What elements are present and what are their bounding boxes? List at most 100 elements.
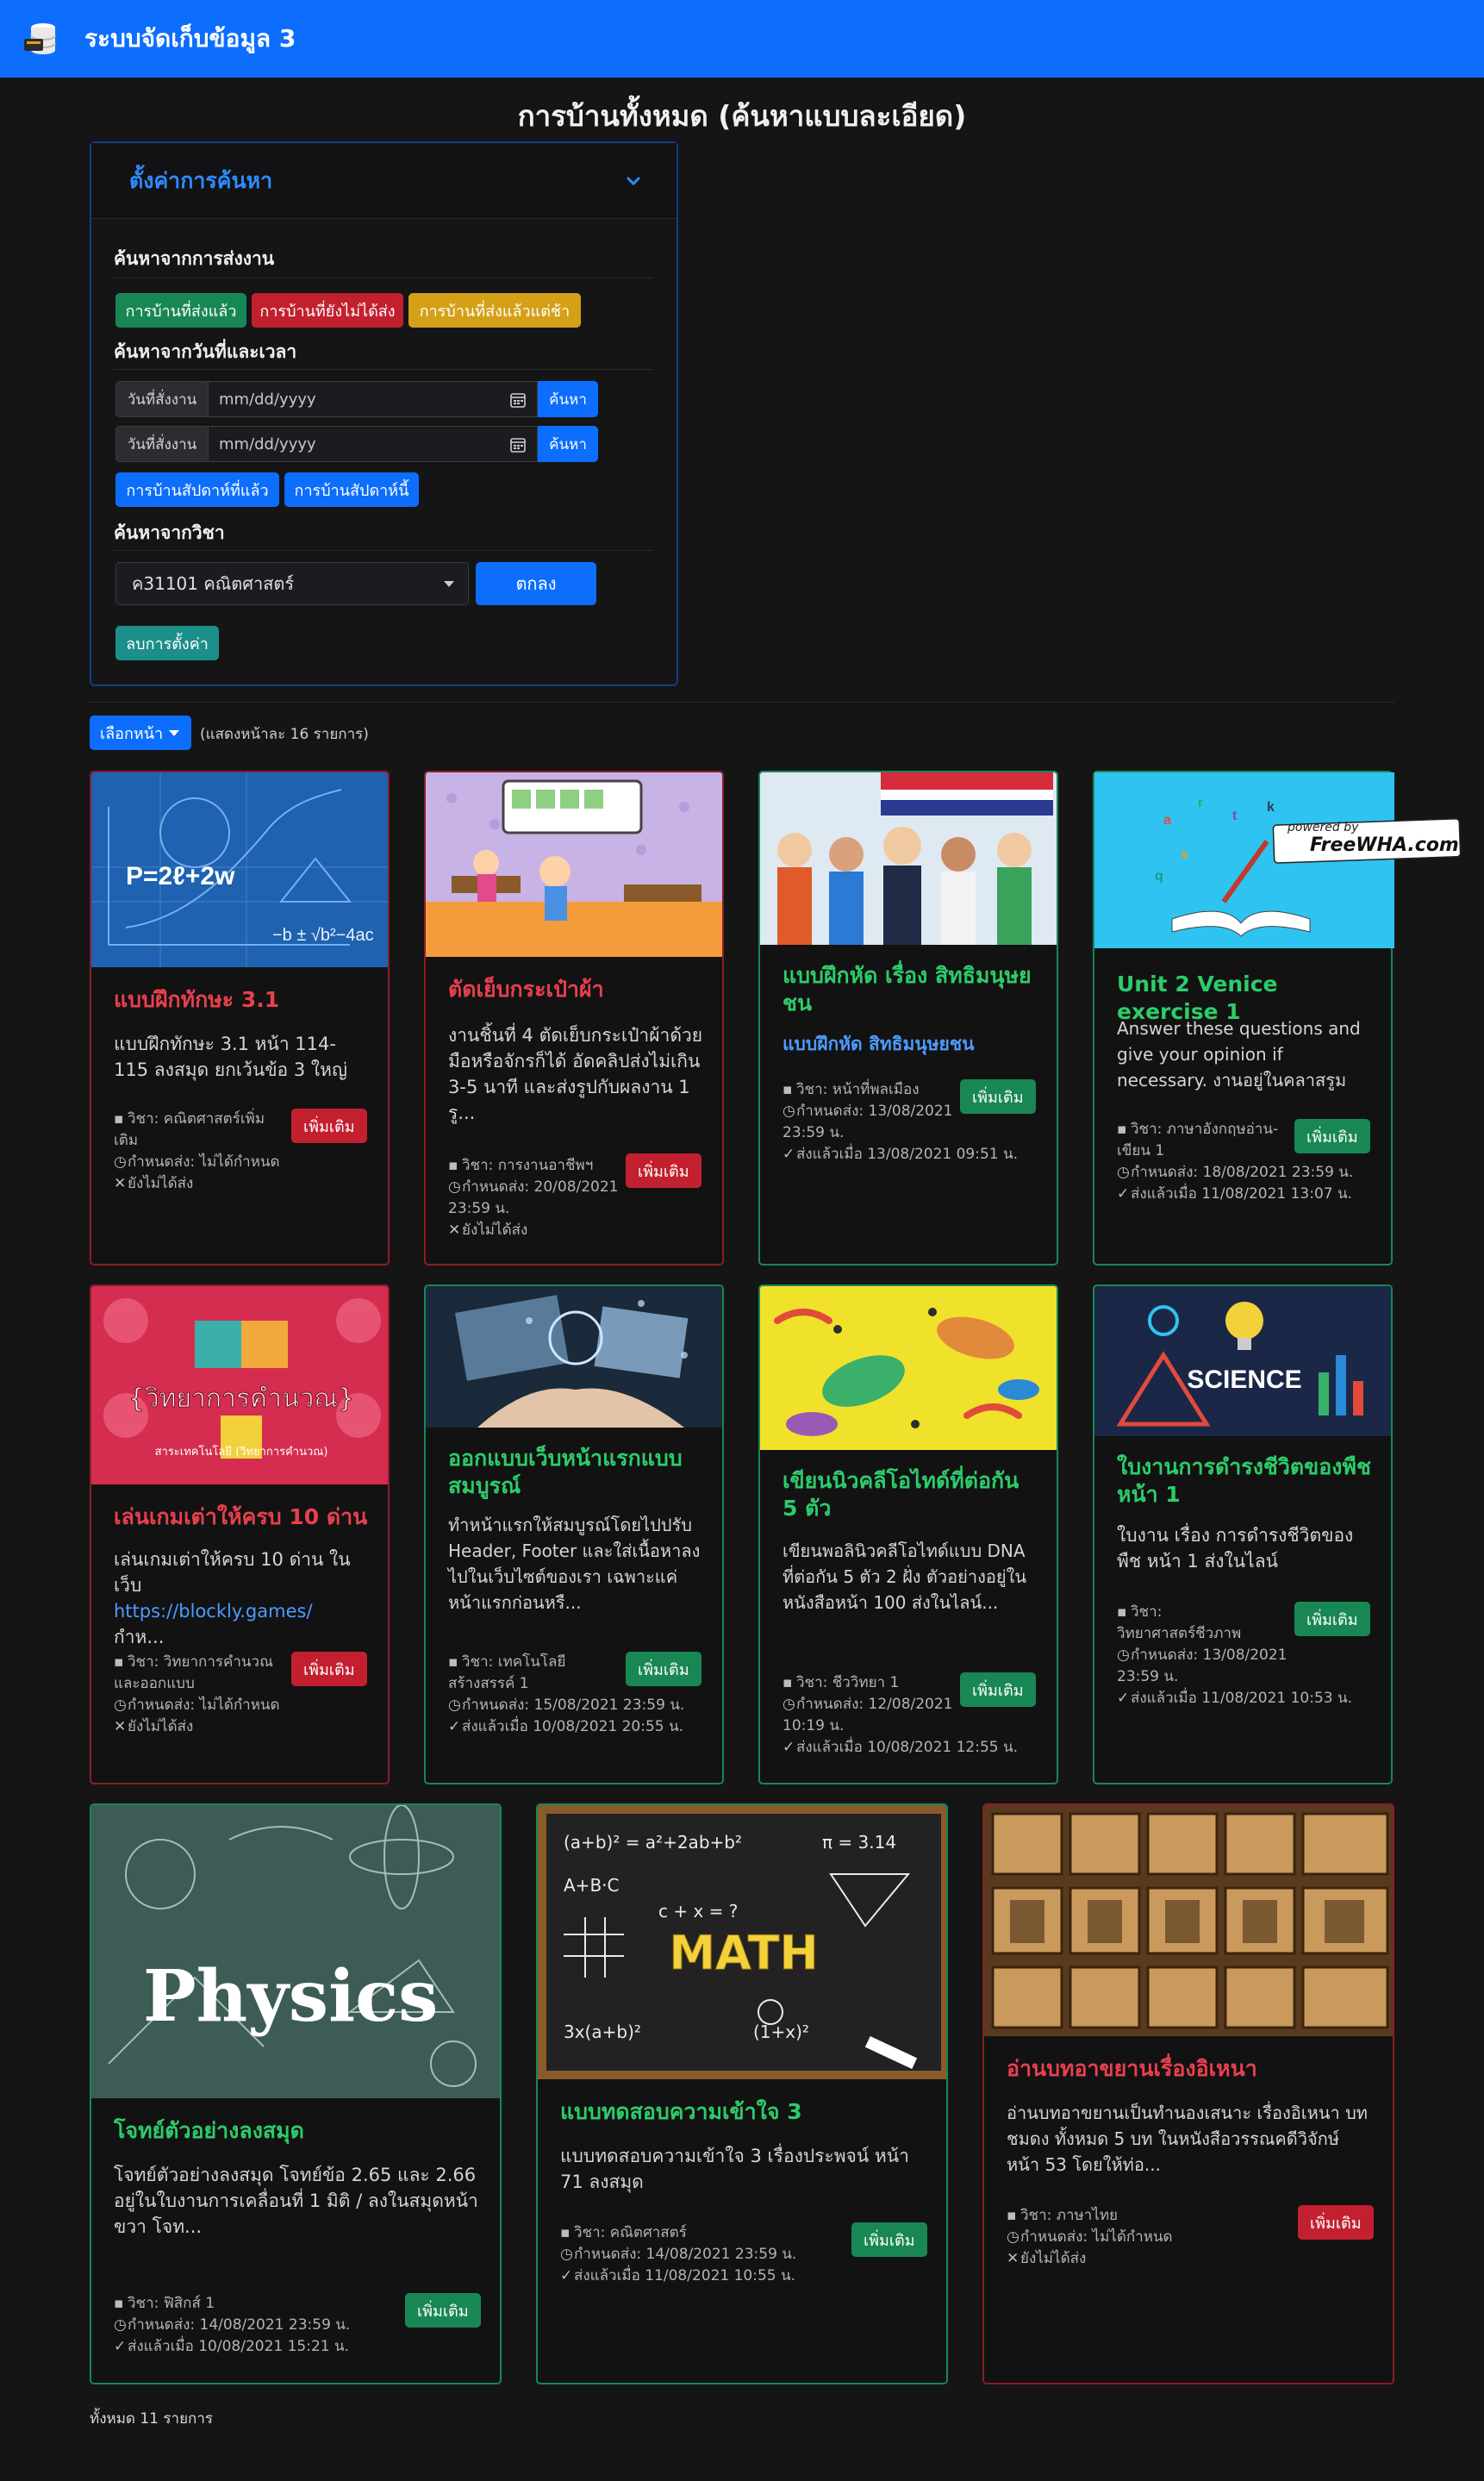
card-subject: วิชา: หน้าที่พลเมือง xyxy=(796,1081,920,1098)
briefcase-icon: ▪ xyxy=(114,1653,124,1671)
status-line: ✓ ส่งแล้วเมื่อ 10/08/2021 12:55 น. xyxy=(783,1737,1041,1759)
card-description: แบบฝึกหัด สิทธิมนุษยชน xyxy=(783,1034,975,1054)
card-title[interactable]: เล่นเกมเต่าให้ครบ 10 ด่าน xyxy=(114,1503,371,1531)
date-search-button-2[interactable]: ค้นหา xyxy=(538,426,598,462)
database-icon[interactable] xyxy=(24,20,62,58)
card-image xyxy=(426,1286,722,1428)
total-count: ทั้งหมด 11 รายการ xyxy=(90,2410,214,2428)
clock-icon: ◷ xyxy=(1117,1647,1130,1664)
more-button[interactable]: เพิ่มเติม xyxy=(626,1153,701,1188)
check-icon: ✓ xyxy=(114,2338,127,2355)
image-caption: powered by xyxy=(1288,821,1359,834)
card-subject: วิชา: ภาษาไทย xyxy=(1020,2207,1118,2224)
homework-card[interactable]: (a+b)² = a²+2ab+b² π = 3.14 A+B·C c + x = … xyxy=(536,1803,948,2384)
image-title: {วิทยาการคำนวณ} xyxy=(128,1384,354,1414)
card-meta: ▪ วิชา: หน้าที่พลเมือง ◷กำหนดส่ง: 13/08/2… xyxy=(783,1079,1018,1166)
more-button[interactable]: เพิ่มเติม xyxy=(960,1079,1036,1114)
card-image xyxy=(760,1286,1057,1450)
more-button[interactable]: เพิ่มเติม xyxy=(405,2293,481,2328)
search-panel: ตั้งค่าการค้นหา ค้นหาจากการส่งงาน การบ้า… xyxy=(90,141,678,686)
homework-card[interactable]: P=2ℓ+2w −b ± √b²−4ac แบบฝึกทักษะ 3.1 แบบ… xyxy=(90,771,390,1265)
card-image: (a+b)² = a²+2ab+b² π = 3.14 A+B·C c + x = … xyxy=(538,1805,946,2079)
clear-settings-button[interactable]: ลบการตั้งค่า xyxy=(115,626,219,660)
clock-icon: ◷ xyxy=(448,1697,461,1714)
card-title[interactable]: โจทย์ตัวอย่างลงสมุด xyxy=(114,2117,483,2145)
briefcase-icon: ▪ xyxy=(783,1081,793,1098)
homework-card[interactable]: {วิทยาการคำนวณ} สาระเทคโนโลยี (วิทยาการค… xyxy=(90,1284,390,1784)
homework-card[interactable]: art skq powered by FreeWHA.com Unit 2 Ve… xyxy=(1093,771,1462,1265)
card-description: Answer these questions and give your opi… xyxy=(1117,1018,1361,1091)
date-search-button-1[interactable]: ค้นหา xyxy=(538,381,598,417)
clock-icon: ◷ xyxy=(114,2316,127,2334)
submitted-button[interactable]: การบ้านที่ส่งแล้ว xyxy=(115,293,246,328)
calendar-icon[interactable] xyxy=(509,436,527,453)
divider xyxy=(90,702,1394,703)
more-button[interactable]: เพิ่มเติม xyxy=(1298,2205,1374,2240)
subject-line: ▪ วิชา: หน้าที่พลเมือง xyxy=(783,1079,955,1101)
more-button[interactable]: เพิ่มเติม xyxy=(291,1109,367,1143)
due-line: ◷กำหนดส่ง: 13/08/2021 23:59 น. xyxy=(783,1101,955,1144)
homework-card[interactable]: เขียนนิวคลีโอไทด์ที่ต่อกัน 5 ตัว เขียนพอ… xyxy=(758,1284,1058,1784)
homework-card[interactable]: ตัดเย็บกระเป๋าผ้า งานชิ้นที่ 4 ตัดเย็บกร… xyxy=(424,771,724,1265)
card-title[interactable]: เขียนนิวคลีโอไทด์ที่ต่อกัน 5 ตัว xyxy=(783,1467,1039,1522)
section-by-subject: ค้นหาจากวิชา xyxy=(114,522,225,543)
date-label: วันที่สั่งงาน xyxy=(115,381,209,417)
homework-card[interactable]: ออกแบบเว็บหน้าแรกแบบสมบูรณ์ ทำหน้าแรกให้… xyxy=(424,1284,724,1784)
calendar-icon[interactable] xyxy=(509,391,527,409)
more-button[interactable]: เพิ่มเติม xyxy=(626,1652,701,1686)
due-line: ◷กำหนดส่ง: 13/08/2021 23:59 น. xyxy=(1117,1645,1289,1688)
page-title: การบ้านทั้งหมด (ค้นหาแบบละเอียด) xyxy=(517,99,967,133)
page-select-button[interactable]: เลือกหน้า xyxy=(90,716,191,750)
svg-text:a: a xyxy=(1163,813,1171,828)
card-meta: ▪ วิชา: ฟิสิกส์ 1 ◷กำหนดส่ง: 14/08/2021 2… xyxy=(114,2293,390,2358)
card-title[interactable]: แบบทดสอบความเข้าใจ 3 xyxy=(560,2098,929,2126)
blockly-link[interactable]: https://blockly.games/ xyxy=(114,1598,371,1624)
homework-card[interactable]: Physics โจทย์ตัวอย่างลงสมุด โจทย์ตัวอย่า… xyxy=(90,1803,502,2384)
card-status: ยังไม่ได้ส่ง xyxy=(462,1222,528,1239)
subject-line: ▪ วิชา: การงานอาชีพฯ xyxy=(448,1155,620,1177)
svg-text:c + x = ?: c + x = ? xyxy=(658,1901,738,1922)
due-line: ◷กำหนดส่ง: ไม่ได้กำหนด xyxy=(114,1695,286,1716)
homework-card[interactable]: แบบฝึกหัด เรื่อง สิทธิมนุษยชน แบบฝึกหัด … xyxy=(758,771,1058,1265)
homework-card[interactable]: SCIENCE ใบงานการดำรงชีวิตของพืช หน้า 1 ใ… xyxy=(1093,1284,1393,1784)
date-input-2[interactable]: mm/dd/yyyy xyxy=(209,426,538,462)
more-button[interactable]: เพิ่มเติม xyxy=(291,1652,367,1686)
card-subject: วิชา: ฟิสิกส์ 1 xyxy=(128,2295,215,2312)
svg-text:q: q xyxy=(1155,869,1163,884)
last-week-button[interactable]: การบ้านสัปดาห์ที่แล้ว xyxy=(115,472,279,507)
more-button[interactable]: เพิ่มเติม xyxy=(960,1672,1036,1707)
card-title[interactable]: ใบงานการดำรงชีวิตของพืช หน้า 1 xyxy=(1117,1453,1374,1509)
card-title[interactable]: อ่านบทอาขยานเรื่องอิเหนา xyxy=(1007,2055,1375,2083)
card-title[interactable]: แบบฝึกทักษะ 3.1 xyxy=(114,986,371,1014)
card-description: แบบทดสอบความเข้าใจ 3 เรื่องประพจน์ หน้า … xyxy=(560,2146,909,2192)
search-settings-header[interactable]: ตั้งค่าการค้นหา xyxy=(91,143,677,219)
card-desc-text: เล่นเกมเต่าให้ครบ 10 ด่าน ในเว็บ xyxy=(114,1549,351,1596)
date-input-1[interactable]: mm/dd/yyyy xyxy=(209,381,538,417)
card-title[interactable]: แบบฝึกหัด เรื่อง สิทธิมนุษยชน xyxy=(783,962,1039,1017)
card-meta: ▪ วิชา: คณิตศาสตร์ ◷กำหนดส่ง: 14/08/2021 … xyxy=(560,2222,836,2287)
card-title[interactable]: ออกแบบเว็บหน้าแรกแบบสมบูรณ์ xyxy=(448,1445,705,1500)
subject-line: ▪ วิชา: ฟิสิกส์ 1 xyxy=(114,2293,390,2315)
not-submitted-button[interactable]: การบ้านที่ยังไม่ได้ส่ง xyxy=(252,293,403,328)
image-title: SCIENCE xyxy=(1187,1365,1301,1394)
card-description: เล่นเกมเต่าให้ครบ 10 ด่าน ในเว็บ https:/… xyxy=(114,1547,371,1650)
chevron-down-icon xyxy=(626,176,641,185)
ok-button[interactable]: ตกลง xyxy=(476,562,596,605)
date-placeholder: mm/dd/yyyy xyxy=(219,434,316,453)
card-title[interactable]: ตัดเย็บกระเป๋าผ้า xyxy=(448,976,705,1003)
homework-card[interactable]: อ่านบทอาขยานเรื่องอิเหนา อ่านบทอาขยานเป็… xyxy=(982,1803,1394,2384)
link-text[interactable]: https://blockly.games/ xyxy=(114,1601,313,1622)
app-title[interactable]: ระบบจัดเก็บข้อมูล 3 xyxy=(84,20,296,58)
image-title: MATH xyxy=(669,1926,818,1980)
x-icon: ✕ xyxy=(114,1175,127,1192)
card-status: ส่งแล้วเมื่อ 10/08/2021 12:55 น. xyxy=(796,1739,1019,1756)
late-button[interactable]: การบ้านที่ส่งแล้วแต่ช้า xyxy=(408,293,581,328)
more-button[interactable]: เพิ่มเติม xyxy=(1294,1119,1370,1153)
date-label: วันที่สั่งงาน xyxy=(115,426,209,462)
more-button[interactable]: เพิ่มเติม xyxy=(851,2222,927,2257)
this-week-button[interactable]: การบ้านสัปดาห์นี้ xyxy=(284,472,419,507)
subject-select[interactable]: ค31101 คณิตศาสตร์ xyxy=(115,562,469,605)
image-subtitle: สาระเทคโนโลยี (วิทยาการคำนวณ) xyxy=(155,1445,328,1459)
briefcase-icon: ▪ xyxy=(448,1157,458,1174)
more-button[interactable]: เพิ่มเติม xyxy=(1294,1602,1370,1636)
